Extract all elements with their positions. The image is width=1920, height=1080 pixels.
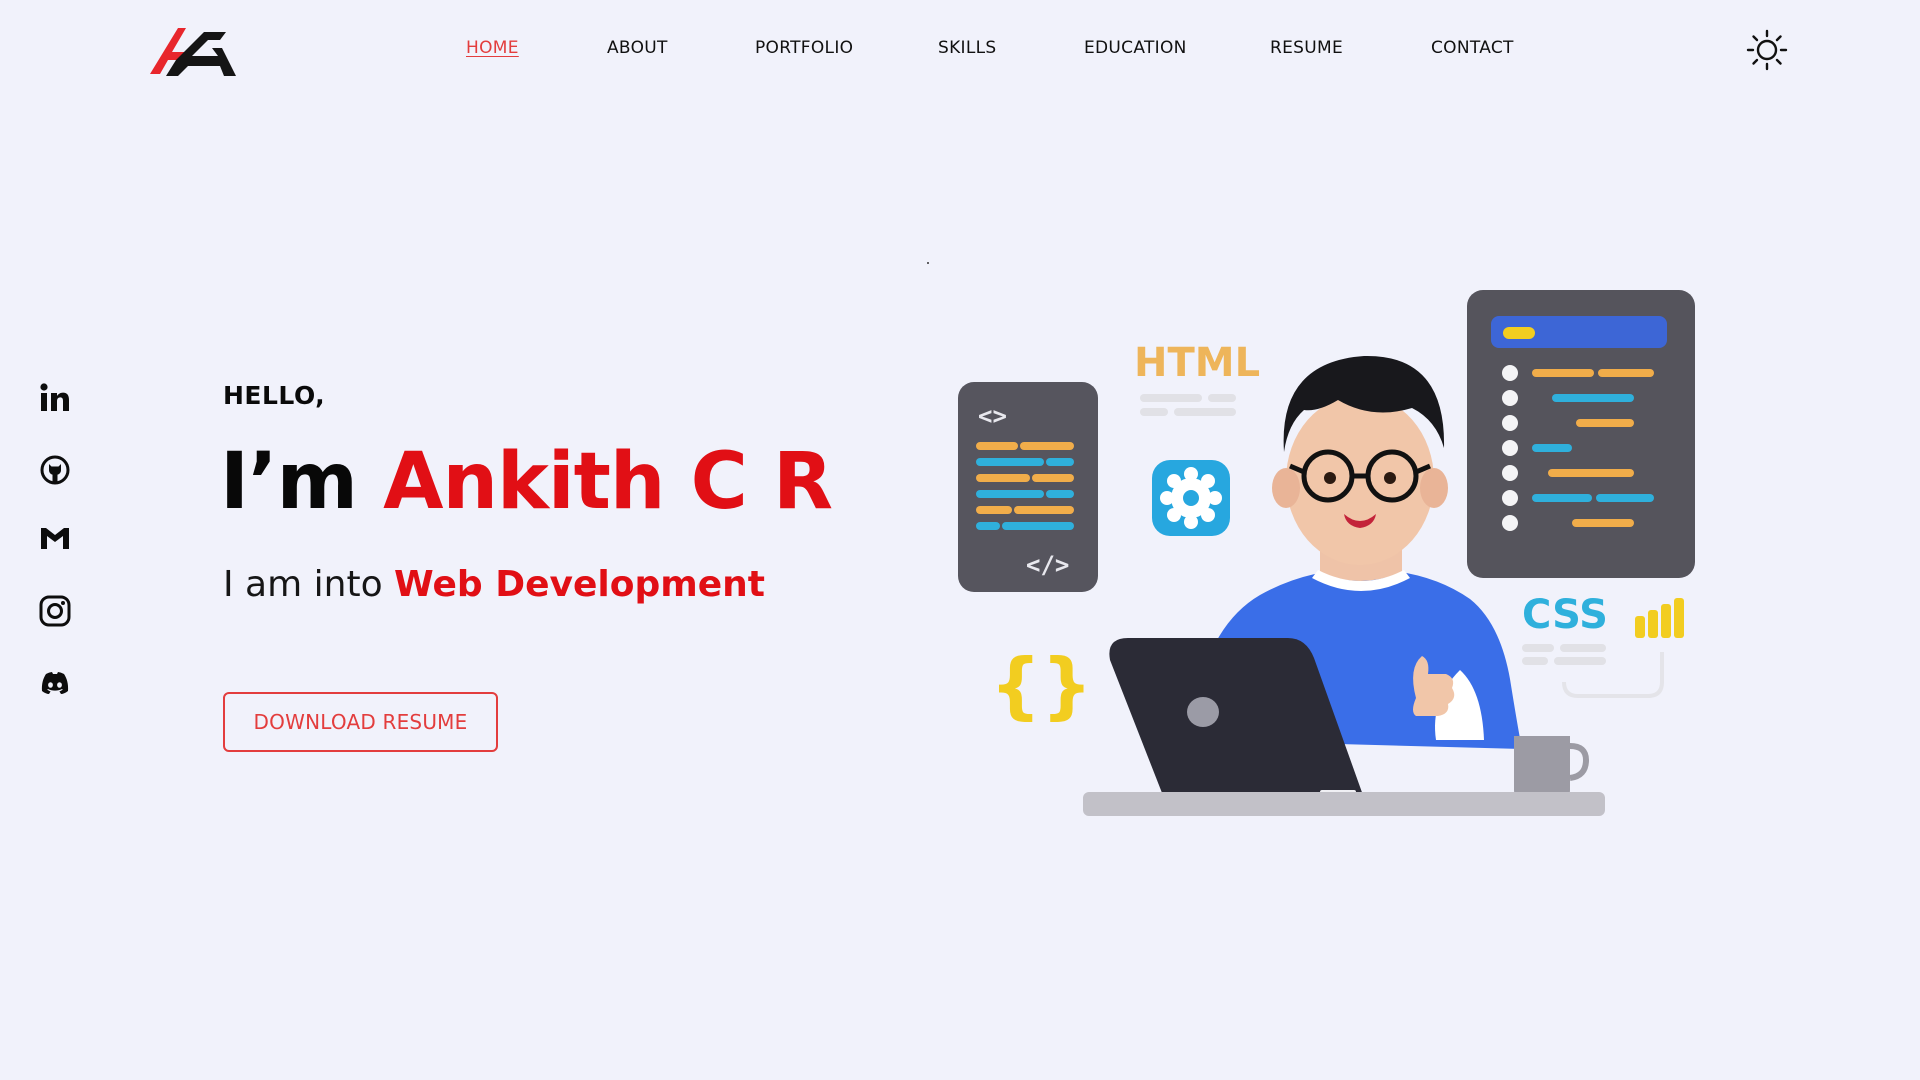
nav-skills[interactable]: SKILLS (938, 38, 997, 58)
instagram-icon (39, 595, 71, 627)
hero-headline: I’m Ankith C R (220, 443, 833, 521)
bar-chart-icon (1635, 598, 1684, 638)
linkedin-icon (40, 383, 69, 411)
code-open-tag: <> (978, 402, 1007, 430)
code-panel-right (1467, 290, 1695, 578)
hero-subtitle: I am into Web Development (223, 564, 765, 605)
code-panel-left: <> </> (958, 382, 1098, 592)
download-resume-button[interactable]: DOWNLOAD RESUME (223, 692, 498, 752)
theme-toggle-button[interactable] (1745, 28, 1789, 72)
linkedin-link[interactable] (38, 381, 72, 415)
decorative-dot (927, 262, 929, 264)
greeting-text: HELLO, (223, 381, 326, 410)
subtitle-prefix: I am into (223, 564, 395, 605)
nav-resume[interactable]: RESUME (1270, 38, 1343, 58)
nav-about[interactable]: ABOUT (607, 38, 668, 58)
gmail-icon (41, 528, 69, 549)
discord-link[interactable] (38, 667, 72, 701)
gear-icon (1152, 460, 1230, 536)
headline-lead: I’m (220, 437, 384, 527)
nav-portfolio[interactable]: PORTFOLIO (755, 38, 853, 58)
instagram-link[interactable] (38, 594, 72, 628)
nav-education[interactable]: EDUCATION (1084, 38, 1187, 58)
gmail-link[interactable] (38, 521, 72, 555)
html-label: HTML (1134, 340, 1260, 386)
discord-icon (41, 672, 69, 694)
github-icon (40, 455, 70, 485)
main-nav: HOME ABOUT PORTFOLIO SKILLS EDUCATION RE… (0, 38, 1920, 62)
code-close-tag: </> (1026, 551, 1069, 579)
braces-icon: {} (990, 643, 1093, 727)
desk (1083, 792, 1605, 816)
hero-name: Ankith C R (383, 437, 833, 527)
developer-illustration: <> </> HTML {} CSS (958, 290, 1695, 816)
nav-contact[interactable]: CONTACT (1431, 38, 1514, 58)
sun-icon (1746, 29, 1788, 71)
github-link[interactable] (38, 453, 72, 487)
css-label: CSS (1522, 592, 1608, 638)
nav-home[interactable]: HOME (466, 38, 519, 58)
hero-role: Web Development (394, 564, 765, 605)
